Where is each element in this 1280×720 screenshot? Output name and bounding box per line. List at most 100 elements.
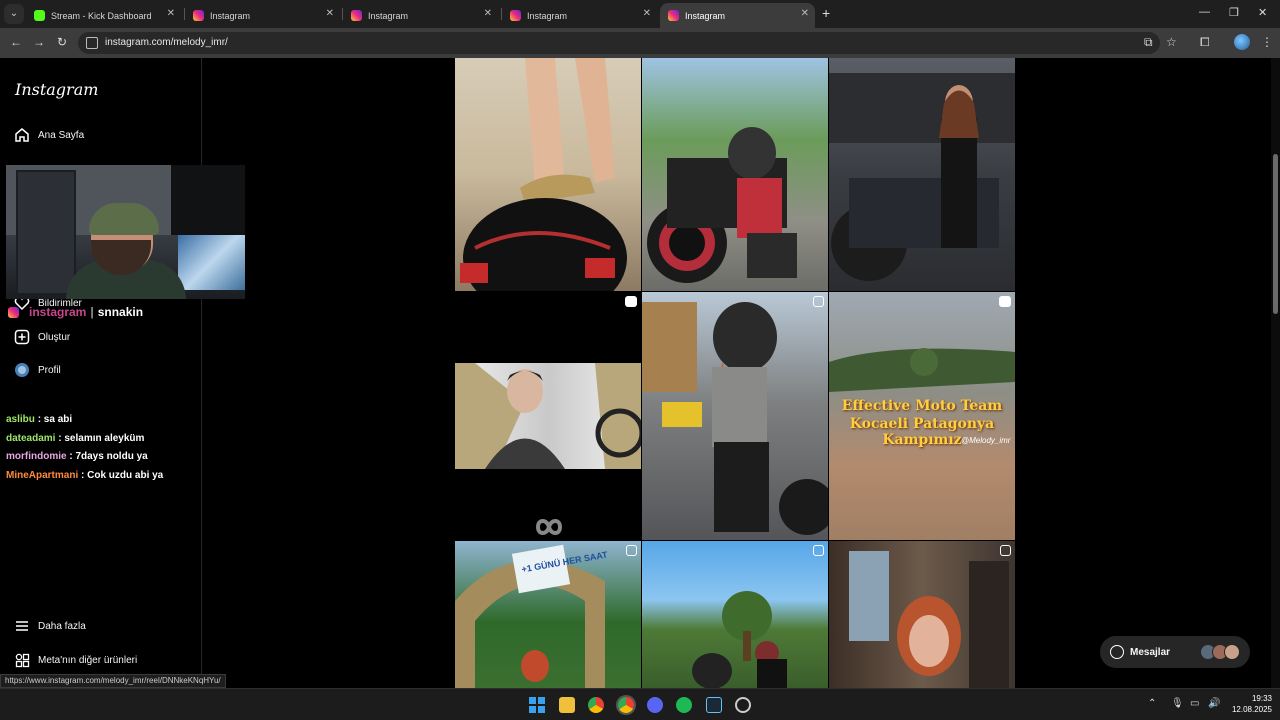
bookmark-star-icon[interactable]: ☆ xyxy=(1166,35,1177,49)
tab-instagram-3[interactable]: Instagram ✕ xyxy=(502,3,657,28)
post-thumbnail[interactable]: +1 GÜNÜ HER SAAT xyxy=(455,541,641,688)
sidebar-item-meta-products[interactable]: Meta'nın diğer ürünleri xyxy=(13,648,137,672)
page-scrollbar[interactable] xyxy=(1271,58,1280,688)
tab-kick-dashboard[interactable]: Stream - Kick Dashboard ✕ xyxy=(26,3,181,28)
webcam-overlay xyxy=(6,165,245,299)
instagram-logo[interactable]: Instagram xyxy=(15,80,98,99)
post-image-helmet xyxy=(460,58,627,291)
social-tag-separator: | xyxy=(90,305,94,319)
sidebar-item-label: Oluştur xyxy=(38,331,71,343)
tab-instagram-active[interactable]: Instagram ✕ xyxy=(660,3,815,28)
post-thumbnail[interactable]: Effective Moto Team Kocaeli Patagonya Ka… xyxy=(829,292,1015,540)
browser-menu-icon[interactable]: ⋮ xyxy=(1261,35,1273,49)
post-thumbnail[interactable] xyxy=(829,541,1015,688)
instagram-icon xyxy=(8,306,19,318)
close-icon[interactable]: ✕ xyxy=(167,8,175,19)
instagram-icon xyxy=(193,10,204,21)
reel-icon xyxy=(625,296,637,307)
address-bar[interactable]: instagram.com/melody_imr/ xyxy=(78,32,1160,54)
post-thumbnail[interactable] xyxy=(642,541,828,688)
site-info-icon[interactable] xyxy=(86,37,98,49)
extensions-icon[interactable]: ⧠ xyxy=(1200,35,1210,50)
spotify-icon[interactable] xyxy=(676,697,692,713)
scrollbar-thumb[interactable] xyxy=(1273,154,1278,314)
post-thumbnail[interactable] xyxy=(642,292,828,540)
webcam-person-cap xyxy=(89,203,159,235)
clock-time: 19:33 xyxy=(1251,694,1272,703)
network-icon[interactable]: ▭ xyxy=(1190,698,1199,709)
close-icon[interactable]: ✕ xyxy=(326,8,334,19)
system-clock[interactable]: 19:33 12.08.2025 xyxy=(1228,693,1272,715)
sidebar-item-more[interactable]: Daha fazla xyxy=(13,614,86,638)
close-icon[interactable]: ✕ xyxy=(484,8,492,19)
tab-search-button[interactable]: ⌄ xyxy=(4,4,24,24)
sidebar-item-label: Meta'nın diğer ürünleri xyxy=(38,654,138,666)
webcam-monitor xyxy=(171,165,245,235)
tab-title: Stream - Kick Dashboard xyxy=(51,10,152,21)
webcam-door xyxy=(16,170,76,295)
instagram-icon xyxy=(351,10,362,21)
clock-date: 12.08.2025 xyxy=(1231,705,1272,714)
sidebar-item-label: Profil xyxy=(38,364,61,376)
post-thumbnail-reel[interactable] xyxy=(455,292,641,540)
sidebar-item-label: Ana Sayfa xyxy=(38,129,85,141)
post-caption-line1: Effective Moto Team xyxy=(841,398,1003,414)
kick-icon xyxy=(34,10,45,21)
windows-start-icon[interactable] xyxy=(529,697,545,713)
microphone-icon[interactable]: 🎙 xyxy=(1171,698,1184,709)
messages-button[interactable]: Mesajlar xyxy=(1100,636,1250,668)
infinity-icon xyxy=(527,516,571,540)
reload-button[interactable]: ↻ xyxy=(57,35,67,49)
avatar xyxy=(1224,644,1240,660)
tab-instagram-2[interactable]: Instagram ✕ xyxy=(343,3,498,28)
post-image-landscape xyxy=(692,591,787,688)
tab-title: Instagram xyxy=(210,10,251,21)
social-username: snnakin xyxy=(97,305,144,319)
post-image-crowd xyxy=(829,73,1015,281)
sidebar-item-home[interactable]: Ana Sayfa xyxy=(13,123,84,147)
close-icon[interactable]: ✕ xyxy=(801,8,809,19)
discord-icon[interactable] xyxy=(647,697,663,713)
post-image-portrait xyxy=(849,551,1009,688)
url-text: instagram.com/melody_imr/ xyxy=(105,37,228,48)
home-icon xyxy=(13,126,31,144)
carousel-icon xyxy=(626,545,637,556)
carousel-icon xyxy=(1000,545,1011,556)
carousel-icon xyxy=(813,545,824,556)
minimize-button[interactable]: — xyxy=(1199,6,1210,18)
messages-label: Mesajlar xyxy=(1130,646,1171,658)
install-app-icon[interactable]: ⧉ xyxy=(1144,35,1153,50)
restore-button[interactable]: ❐ xyxy=(1229,6,1239,19)
file-explorer-icon[interactable] xyxy=(559,697,575,713)
sidebar-item-profile[interactable]: Profil xyxy=(13,358,61,382)
post-image-motorcycle xyxy=(647,127,797,283)
tray-chevron-icon[interactable]: ⌃ xyxy=(1148,698,1156,709)
window-close-button[interactable]: ✕ xyxy=(1258,6,1267,19)
volume-icon[interactable]: 🔊 xyxy=(1208,698,1220,709)
tab-instagram-1[interactable]: Instagram ✕ xyxy=(185,3,340,28)
profile-avatar[interactable] xyxy=(1234,34,1250,50)
close-icon[interactable]: ✕ xyxy=(643,8,651,19)
menu-icon xyxy=(13,617,31,635)
steam-icon[interactable] xyxy=(706,697,722,713)
post-thumbnail[interactable] xyxy=(829,58,1015,291)
tab-title: Instagram xyxy=(685,10,726,21)
instagram-icon xyxy=(668,10,679,21)
back-button[interactable]: ← xyxy=(10,35,22,49)
chat-message: : selamın aleyküm xyxy=(58,433,145,444)
app-icon[interactable] xyxy=(735,697,751,713)
post-watermark: @Melody_imr xyxy=(961,436,1011,445)
sidebar-item-create[interactable]: Oluştur xyxy=(13,325,70,349)
post-thumbnail[interactable] xyxy=(642,58,828,291)
chat-line: morfindomie : 7days noldu ya xyxy=(6,451,148,462)
post-image-rider-helmet xyxy=(642,302,828,535)
chat-user: aslibu xyxy=(6,414,35,425)
instagram-icon xyxy=(510,10,521,21)
chat-user: morfindomie xyxy=(6,451,67,462)
post-thumbnail[interactable] xyxy=(455,58,641,291)
forward-button[interactable]: → xyxy=(33,35,45,49)
chrome-icon[interactable] xyxy=(588,697,604,713)
chrome-active-icon[interactable] xyxy=(618,697,634,713)
new-tab-button[interactable]: + xyxy=(822,5,830,21)
browser-toolbar: ← → ↻ instagram.com/melody_imr/ ⧉ ☆ ⧠ ⋮ xyxy=(0,28,1280,58)
